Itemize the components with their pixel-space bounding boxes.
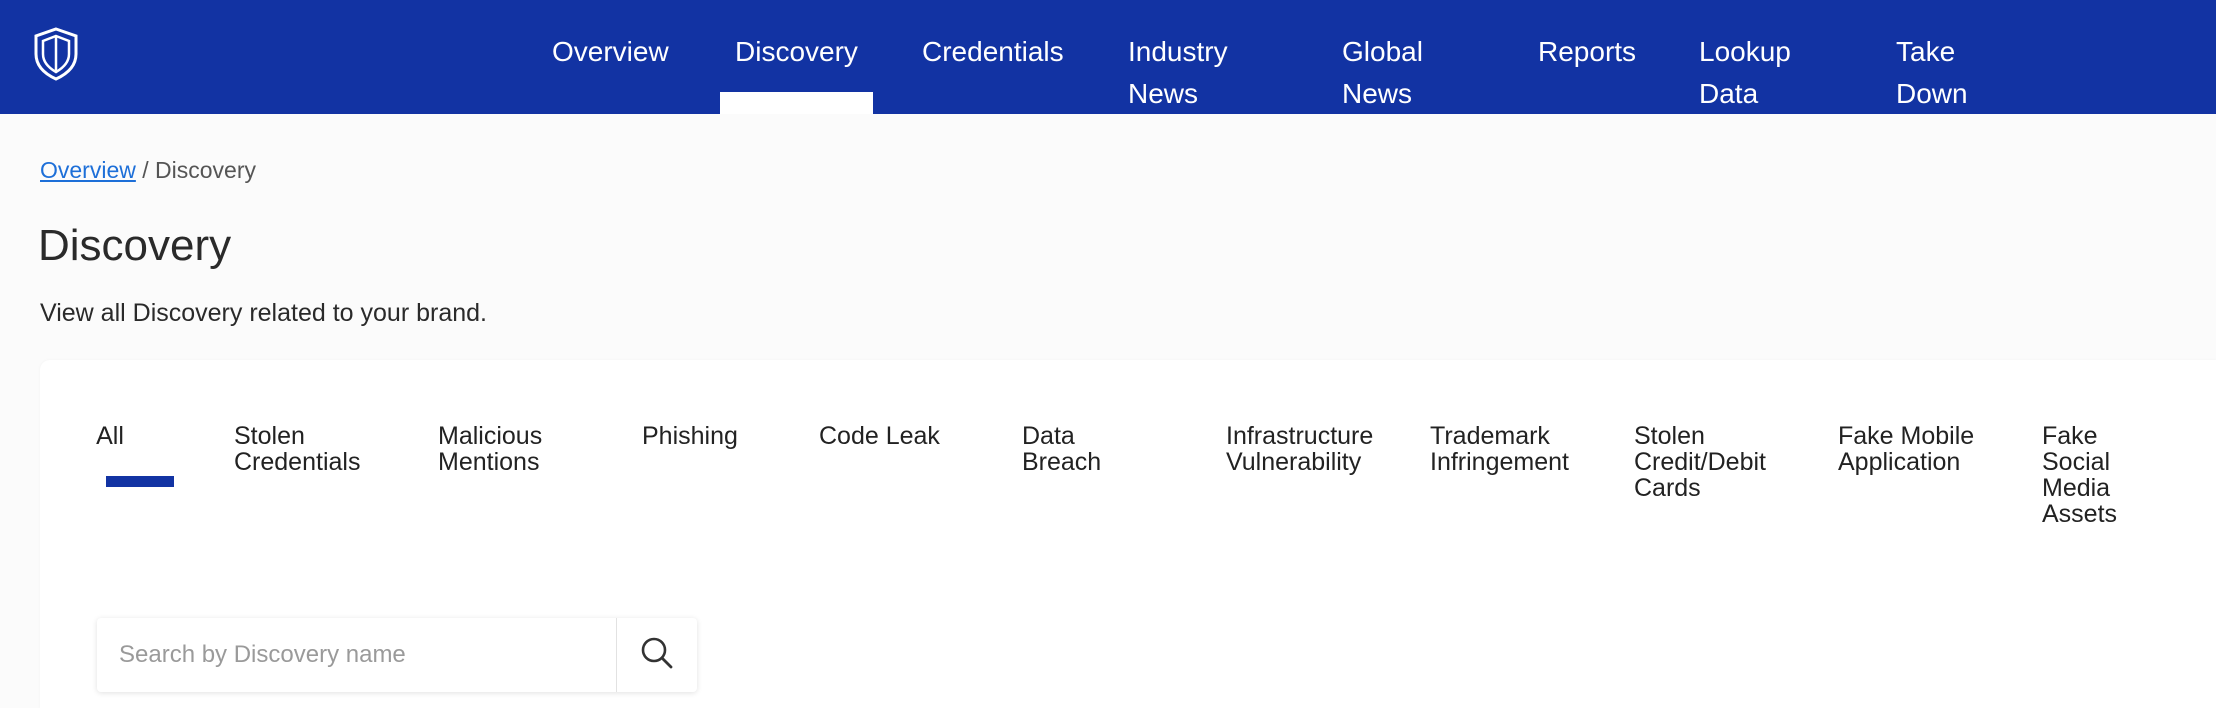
nav-item-reports[interactable]: Reports	[1538, 31, 1636, 73]
tab-stolen-credit-debit-cards[interactable]: Stolen Credit/Debit Cards	[1634, 423, 1784, 501]
breadcrumb-separator: /	[135, 157, 156, 183]
search-button[interactable]	[617, 618, 697, 692]
nav-item-lookup-data[interactable]: Lookup Data	[1699, 31, 1819, 115]
nav-item-discovery[interactable]: Discovery	[735, 31, 858, 73]
nav-item-industry-news[interactable]: Industry News	[1128, 31, 1248, 115]
nav-item-global-news[interactable]: Global News	[1342, 31, 1462, 115]
tab-code-leak[interactable]: Code Leak	[819, 423, 989, 449]
tab-fake-social-media-assets[interactable]: Fake Social Media Assets	[2042, 423, 2142, 527]
nav-item-credentials[interactable]: Credentials	[922, 31, 1064, 73]
nav-active-indicator	[720, 92, 873, 114]
breadcrumb-link-overview[interactable]: Overview	[40, 157, 136, 183]
tab-malicious-mentions[interactable]: Malicious Mentions	[438, 423, 568, 475]
tab-stolen-credentials[interactable]: Stolen Credentials	[234, 423, 384, 475]
tab-infrastructure-vulnerability[interactable]: Infrastructure Vulnerability	[1226, 423, 1386, 475]
top-navigation-bar: Overview Discovery Credentials Industry …	[0, 0, 2216, 114]
tab-data-breach[interactable]: Data Breach	[1022, 423, 1122, 475]
nav-item-overview[interactable]: Overview	[552, 31, 669, 73]
discovery-card: All Stolen Credentials Malicious Mention…	[40, 360, 2216, 708]
breadcrumb: Overview / Discovery	[40, 156, 256, 184]
tab-all[interactable]: All	[55, 423, 165, 449]
search-input[interactable]	[97, 618, 616, 692]
page-title: Discovery	[38, 221, 232, 270]
search-icon	[640, 636, 674, 675]
nav-item-take-down[interactable]: Take Down	[1896, 31, 2016, 115]
page-subtitle: View all Discovery related to your brand…	[40, 299, 487, 327]
tab-active-indicator	[106, 476, 174, 487]
search-box	[97, 618, 697, 692]
tab-fake-mobile-application[interactable]: Fake Mobile Application	[1838, 423, 1978, 475]
tab-phishing[interactable]: Phishing	[642, 423, 812, 449]
shield-icon[interactable]	[33, 27, 79, 81]
tab-trademark-infringement[interactable]: Trademark Infringement	[1430, 423, 1590, 475]
breadcrumb-current: Discovery	[155, 157, 256, 183]
